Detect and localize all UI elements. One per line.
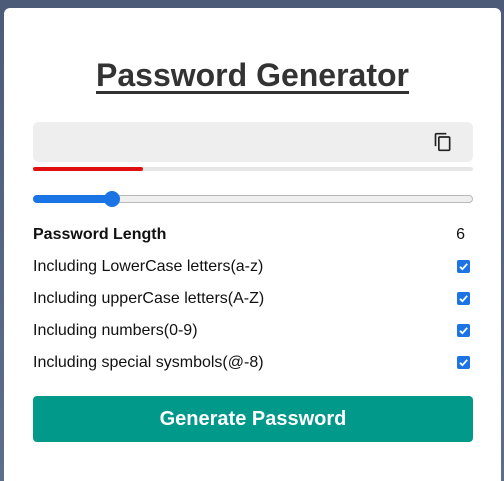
checkmark-icon <box>459 359 468 367</box>
option-lowercase[interactable]: Including LowerCase letters(a-z) <box>33 256 473 278</box>
option-symbols-label: Including special sysmbols(@-8) <box>33 354 264 371</box>
copy-button[interactable] <box>433 132 453 152</box>
length-slider[interactable] <box>33 191 473 207</box>
checkmark-icon <box>459 295 468 303</box>
password-display <box>33 122 473 162</box>
length-slider-thumb[interactable] <box>104 191 121 207</box>
option-numbers[interactable]: Including numbers(0-9) <box>33 320 473 342</box>
password-length-value: 6 <box>456 226 465 243</box>
generate-password-button[interactable]: Generate Password <box>33 396 473 442</box>
option-lowercase-checkbox[interactable] <box>457 260 470 273</box>
checkmark-icon <box>459 263 468 271</box>
password-length-label: Password Length <box>33 226 167 243</box>
option-symbols-checkbox[interactable] <box>457 356 470 369</box>
option-numbers-checkbox[interactable] <box>457 324 470 337</box>
copy-icon <box>434 132 451 152</box>
checkmark-icon <box>459 327 468 335</box>
password-field[interactable] <box>33 122 413 162</box>
option-numbers-label: Including numbers(0-9) <box>33 322 198 339</box>
option-uppercase-checkbox[interactable] <box>457 292 470 305</box>
page-title: Password Generator <box>96 57 409 93</box>
option-uppercase[interactable]: Including upperCase letters(A-Z) <box>33 288 473 310</box>
strength-indicator-fill <box>33 167 143 171</box>
strength-indicator <box>33 167 473 171</box>
option-lowercase-label: Including LowerCase letters(a-z) <box>33 258 264 275</box>
password-length-row: Password Length 6 <box>33 224 473 246</box>
option-uppercase-label: Including upperCase letters(A-Z) <box>33 290 265 307</box>
password-generator-card: Password Generator Password Length 6 Inc… <box>4 8 501 481</box>
length-slider-fill <box>33 195 113 203</box>
option-symbols[interactable]: Including special sysmbols(@-8) <box>33 352 473 374</box>
